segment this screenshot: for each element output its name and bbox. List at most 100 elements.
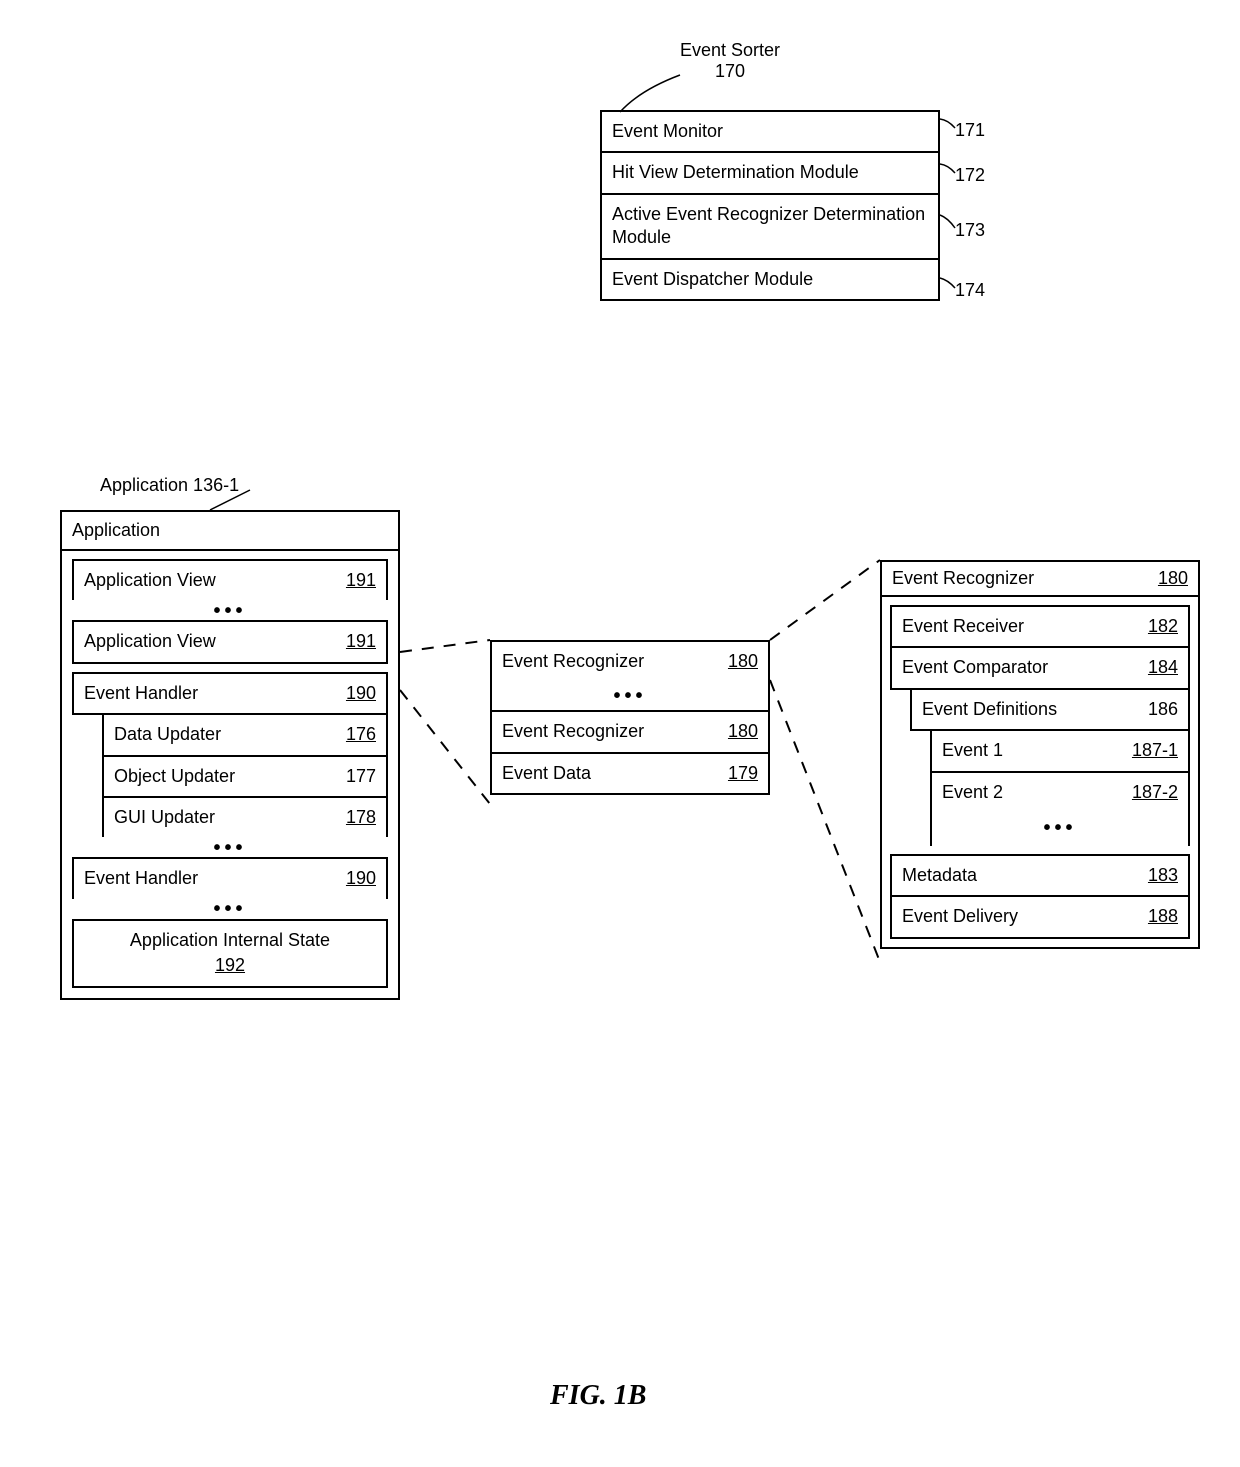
app-view-row-2: Application View 191: [72, 620, 388, 663]
ref-172: 172: [955, 165, 985, 186]
event-handler-2-label: Event Handler: [84, 867, 198, 890]
er-receiver-label: Event Receiver: [902, 615, 1024, 638]
vd-rec-1-ref: 180: [728, 650, 758, 673]
ref-173: 173: [955, 220, 985, 241]
ref-171: 171: [955, 120, 985, 141]
internal-state-row: Application Internal State 192: [72, 919, 388, 988]
hit-view-label: Hit View Determination Module: [612, 161, 859, 184]
event-handler-row: Event Handler 190: [72, 672, 388, 715]
leader-event-sorter: [620, 75, 680, 112]
er-defs-label: Event Definitions: [922, 698, 1057, 721]
event-sorter-box: Event Monitor Hit View Determination Mod…: [600, 110, 940, 301]
er-delivery-ref: 188: [1148, 905, 1178, 928]
vd-rec-1-label: Event Recognizer: [502, 650, 644, 673]
vd-recognizer-1: Event Recognizer 180: [490, 640, 770, 683]
application-ext-label: Application 136-1: [100, 475, 239, 496]
vd-event-data: Event Data 179: [490, 752, 770, 795]
internal-state-ref: 192: [215, 954, 245, 977]
dispatcher-row: Event Dispatcher Module: [600, 258, 940, 301]
leader-174: [940, 278, 955, 288]
figure-caption: FIG. 1B: [550, 1380, 646, 1412]
leader-171: [940, 119, 955, 128]
vd-rec-2-ref: 180: [728, 720, 758, 743]
er-e1-label: Event 1: [942, 739, 1003, 762]
vd-recognizer-2: Event Recognizer 180: [490, 710, 770, 753]
app-view-1-ref: 191: [346, 569, 376, 592]
event-handler-row-2: Event Handler 190: [72, 857, 388, 900]
vd-data-label: Event Data: [502, 762, 591, 785]
data-updater-row: Data Updater 176: [102, 713, 388, 756]
app-view-1-label: Application View: [84, 569, 216, 592]
dash-er-bottom: [770, 680, 880, 962]
vd-ellipsis: •••: [490, 681, 770, 712]
data-updater-label: Data Updater: [114, 723, 221, 746]
event-sorter-title-text: Event Sorter: [680, 40, 780, 61]
application-header: Application: [62, 512, 398, 551]
er-event-1: Event 1 187-1: [930, 729, 1190, 772]
event-sorter-label: Event Sorter 170: [680, 40, 780, 82]
dispatcher-label: Event Dispatcher Module: [612, 268, 813, 291]
leader-172: [940, 164, 955, 173]
event-handler-label: Event Handler: [84, 682, 198, 705]
app-view-2-label: Application View: [84, 630, 216, 653]
ellipsis-icon: •••: [613, 685, 646, 708]
event-monitor-label: Event Monitor: [612, 120, 723, 143]
dash-appview-bottom: [400, 690, 490, 804]
app-view-ellipsis: •••: [72, 600, 388, 622]
object-updater-label: Object Updater: [114, 765, 235, 788]
gui-updater-ref: 178: [346, 806, 376, 829]
ellipsis-icon: •••: [213, 837, 246, 860]
object-updater-ref: 177: [346, 765, 376, 788]
gui-updater-label: GUI Updater: [114, 806, 215, 829]
gui-updater-row: GUI Updater 178: [102, 796, 388, 839]
er-e2-ref: 187-2: [1132, 781, 1178, 804]
ellipsis-icon: •••: [213, 898, 246, 921]
application-stack: Application View 191 ••• Application Vie…: [62, 559, 398, 998]
hit-view-row: Hit View Determination Module: [600, 151, 940, 194]
object-updater-row: Object Updater 177: [102, 755, 388, 798]
er-comparator: Event Comparator 184: [890, 646, 1190, 689]
vd-data-ref: 179: [728, 762, 758, 785]
er-event-2: Event 2 187-2: [930, 771, 1190, 814]
app-view-2-ref: 191: [346, 630, 376, 653]
er-defs-ellipsis: •••: [930, 812, 1190, 846]
er-title: Event Recognizer: [892, 568, 1034, 589]
vd-rec-2-label: Event Recognizer: [502, 720, 644, 743]
ref-174: 174: [955, 280, 985, 301]
event-handler-ref: 190: [346, 682, 376, 705]
app-view-row-1: Application View 191: [72, 559, 388, 602]
dash-appview-top: [400, 640, 490, 652]
eh-ellipsis-1: •••: [72, 837, 388, 859]
er-meta-ref: 183: [1148, 864, 1178, 887]
active-recognizer-label: Active Event Recognizer Determination Mo…: [612, 203, 928, 250]
data-updater-ref: 176: [346, 723, 376, 746]
er-e1-ref: 187-1: [1132, 739, 1178, 762]
view-detail-box: Event Recognizer 180 ••• Event Recognize…: [490, 640, 770, 795]
application-box: Application Application View 191 ••• App…: [60, 510, 400, 1000]
er-header: Event Recognizer 180: [882, 562, 1198, 597]
ellipsis-icon: •••: [1043, 817, 1076, 840]
er-comparator-label: Event Comparator: [902, 656, 1048, 679]
er-ref: 180: [1158, 568, 1188, 589]
er-comparator-ref: 184: [1148, 656, 1178, 679]
ellipsis-icon: •••: [213, 600, 246, 623]
eh-ellipsis-2: •••: [72, 899, 388, 921]
event-sorter-ref-text: 170: [680, 61, 780, 82]
er-defs-ref: 186: [1148, 698, 1178, 721]
active-recognizer-row: Active Event Recognizer Determination Mo…: [600, 193, 940, 260]
er-receiver-ref: 182: [1148, 615, 1178, 638]
er-definitions: Event Definitions 186: [910, 688, 1190, 731]
er-meta-label: Metadata: [902, 864, 977, 887]
dash-er-top: [770, 560, 880, 640]
er-receiver: Event Receiver 182: [890, 605, 1190, 648]
er-delivery-label: Event Delivery: [902, 905, 1018, 928]
er-inner: Event Receiver 182 Event Comparator 184 …: [882, 605, 1198, 947]
er-metadata: Metadata 183: [890, 854, 1190, 897]
er-delivery: Event Delivery 188: [890, 895, 1190, 938]
leader-173: [940, 215, 955, 228]
event-handler-2-ref: 190: [346, 867, 376, 890]
diagram-canvas: Event Sorter 170 Event Monitor Hit View …: [20, 20, 1220, 1440]
internal-state-label: Application Internal State: [130, 929, 330, 952]
event-monitor-row: Event Monitor: [600, 110, 940, 153]
event-recognizer-box: Event Recognizer 180 Event Receiver 182 …: [880, 560, 1200, 949]
